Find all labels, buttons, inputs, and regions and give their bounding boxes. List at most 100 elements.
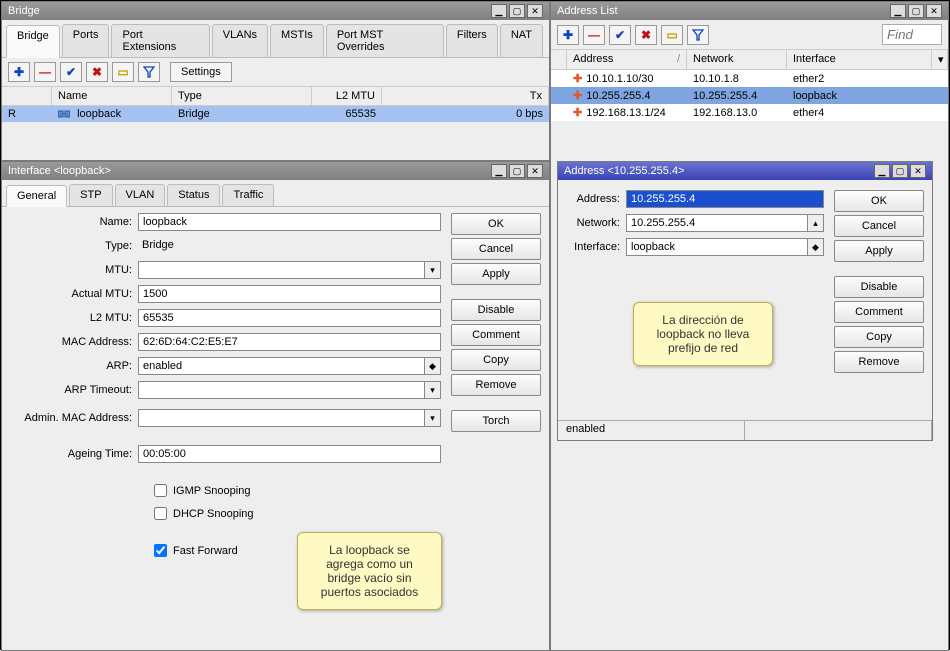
addr-plus-icon: ✚ <box>573 90 582 102</box>
network-up-arrow[interactable]: ▴ <box>808 214 824 232</box>
address-input[interactable] <box>626 190 824 208</box>
col-tx[interactable]: Tx <box>382 87 549 105</box>
tab-general[interactable]: General <box>6 185 67 207</box>
fastfwd-checkbox[interactable] <box>154 544 167 557</box>
disable-button[interactable]: Disable <box>451 299 541 321</box>
ok-button[interactable]: OK <box>834 190 924 212</box>
remove-button[interactable]: — <box>34 62 56 82</box>
col-type[interactable]: Type <box>172 87 312 105</box>
copy-button[interactable]: Copy <box>834 326 924 348</box>
tab-traffic[interactable]: Traffic <box>222 184 274 206</box>
interface-input[interactable] <box>626 238 808 256</box>
addr-row-2[interactable]: ✚192.168.13.1/24 192.168.13.0 ether4 <box>551 104 948 121</box>
tab-port-mst[interactable]: Port MST Overrides <box>326 24 444 57</box>
add-button[interactable]: ✚ <box>8 62 30 82</box>
addrlist-title: Address List <box>557 5 618 17</box>
l2mtu-input[interactable] <box>138 309 441 327</box>
tab-ports[interactable]: Ports <box>62 24 110 57</box>
copy-button[interactable]: Copy <box>451 349 541 371</box>
interface-dropdown[interactable]: ◆ <box>808 238 824 256</box>
arp-dropdown[interactable]: ◆ <box>425 357 441 375</box>
arp-input[interactable] <box>138 357 425 375</box>
addr-row-0[interactable]: ✚10.10.1.10/30 10.10.1.8 ether2 <box>551 70 948 87</box>
col-l2mtu[interactable]: L2 MTU <box>312 87 382 105</box>
tab-nat[interactable]: NAT <box>500 24 543 57</box>
torch-button[interactable]: Torch <box>451 410 541 432</box>
arp-timeout-dropdown[interactable]: ▾ <box>425 381 441 399</box>
addr-tooltip: La dirección de loopback no lleva prefij… <box>633 302 773 366</box>
mtu-input[interactable] <box>138 261 425 279</box>
admin-mac-input[interactable] <box>138 409 425 427</box>
close-button[interactable]: ✕ <box>910 164 926 178</box>
bridge-row[interactable]: R loopback Bridge 65535 0 bps <box>2 106 549 122</box>
name-input[interactable] <box>138 213 441 231</box>
remove-button[interactable]: Remove <box>451 374 541 396</box>
comment-button[interactable]: ▭ <box>112 62 134 82</box>
disable-button[interactable]: ✖ <box>635 25 657 45</box>
row-name: loopback <box>77 108 121 120</box>
minimize-button[interactable]: ▁ <box>491 4 507 18</box>
disable-button[interactable]: ✖ <box>86 62 108 82</box>
mtu-dropdown[interactable]: ▾ <box>425 261 441 279</box>
igmp-checkbox[interactable] <box>154 484 167 497</box>
actual-mtu-input[interactable] <box>138 285 441 303</box>
dhcp-label: DHCP Snooping <box>173 508 254 520</box>
enable-button[interactable]: ✔ <box>609 25 631 45</box>
close-button[interactable]: ✕ <box>527 164 543 178</box>
apply-button[interactable]: Apply <box>451 263 541 285</box>
comment-button[interactable]: ▭ <box>661 25 683 45</box>
addr-row-1[interactable]: ✚10.255.255.4 10.255.255.4 loopback <box>551 87 948 104</box>
type-value: Bridge <box>138 237 441 255</box>
add-button[interactable]: ✚ <box>557 25 579 45</box>
addr-dialog-title: Address <10.255.255.4> <box>564 165 684 177</box>
tab-status[interactable]: Status <box>167 184 220 206</box>
maximize-button[interactable]: ▢ <box>892 164 908 178</box>
disable-button[interactable]: Disable <box>834 276 924 298</box>
comment-button[interactable]: Comment <box>451 324 541 346</box>
minimize-button[interactable]: ▁ <box>890 4 906 18</box>
enable-button[interactable]: ✔ <box>60 62 82 82</box>
tab-vlans[interactable]: VLANs <box>212 24 268 57</box>
close-button[interactable]: ✕ <box>527 4 543 18</box>
cancel-button[interactable]: Cancel <box>451 238 541 260</box>
ageing-input[interactable] <box>138 445 441 463</box>
minimize-button[interactable]: ▁ <box>491 164 507 178</box>
col-address[interactable]: Address/ <box>567 50 687 69</box>
close-button[interactable]: ✕ <box>926 4 942 18</box>
settings-button[interactable]: Settings <box>170 62 232 82</box>
maximize-button[interactable]: ▢ <box>509 4 525 18</box>
find-input[interactable] <box>882 24 942 45</box>
fastfwd-label: Fast Forward <box>173 545 238 557</box>
admin-mac-dropdown[interactable]: ▾ <box>425 409 441 427</box>
filter-button[interactable] <box>138 62 160 82</box>
dhcp-checkbox[interactable] <box>154 507 167 520</box>
col-network[interactable]: Network <box>687 50 787 69</box>
status-enabled: enabled <box>558 421 745 440</box>
mac-input[interactable] <box>138 333 441 351</box>
comment-button[interactable]: Comment <box>834 301 924 323</box>
maximize-button[interactable]: ▢ <box>908 4 924 18</box>
col-interface[interactable]: Interface <box>787 50 932 69</box>
remove-button[interactable]: — <box>583 25 605 45</box>
remove-button[interactable]: Remove <box>834 351 924 373</box>
ok-button[interactable]: OK <box>451 213 541 235</box>
filter-button[interactable] <box>687 25 709 45</box>
bridge-icon <box>58 109 70 119</box>
minimize-button[interactable]: ▁ <box>874 164 890 178</box>
arp-timeout-input[interactable] <box>138 381 425 399</box>
tab-mstis[interactable]: MSTIs <box>270 24 324 57</box>
apply-button[interactable]: Apply <box>834 240 924 262</box>
tab-bridge[interactable]: Bridge <box>6 25 60 58</box>
network-input[interactable] <box>626 214 808 232</box>
col-name[interactable]: Name <box>52 87 172 105</box>
tab-filters[interactable]: Filters <box>446 24 498 57</box>
tab-port-ext[interactable]: Port Extensions <box>111 24 209 57</box>
tab-vlan[interactable]: VLAN <box>115 184 166 206</box>
row-l2mtu: 65535 <box>312 106 382 122</box>
funnel-icon <box>143 66 155 78</box>
col-dropdown[interactable]: ▾ <box>932 50 948 69</box>
cancel-button[interactable]: Cancel <box>834 215 924 237</box>
addr-plus-icon: ✚ <box>573 73 582 85</box>
maximize-button[interactable]: ▢ <box>509 164 525 178</box>
tab-stp[interactable]: STP <box>69 184 112 206</box>
